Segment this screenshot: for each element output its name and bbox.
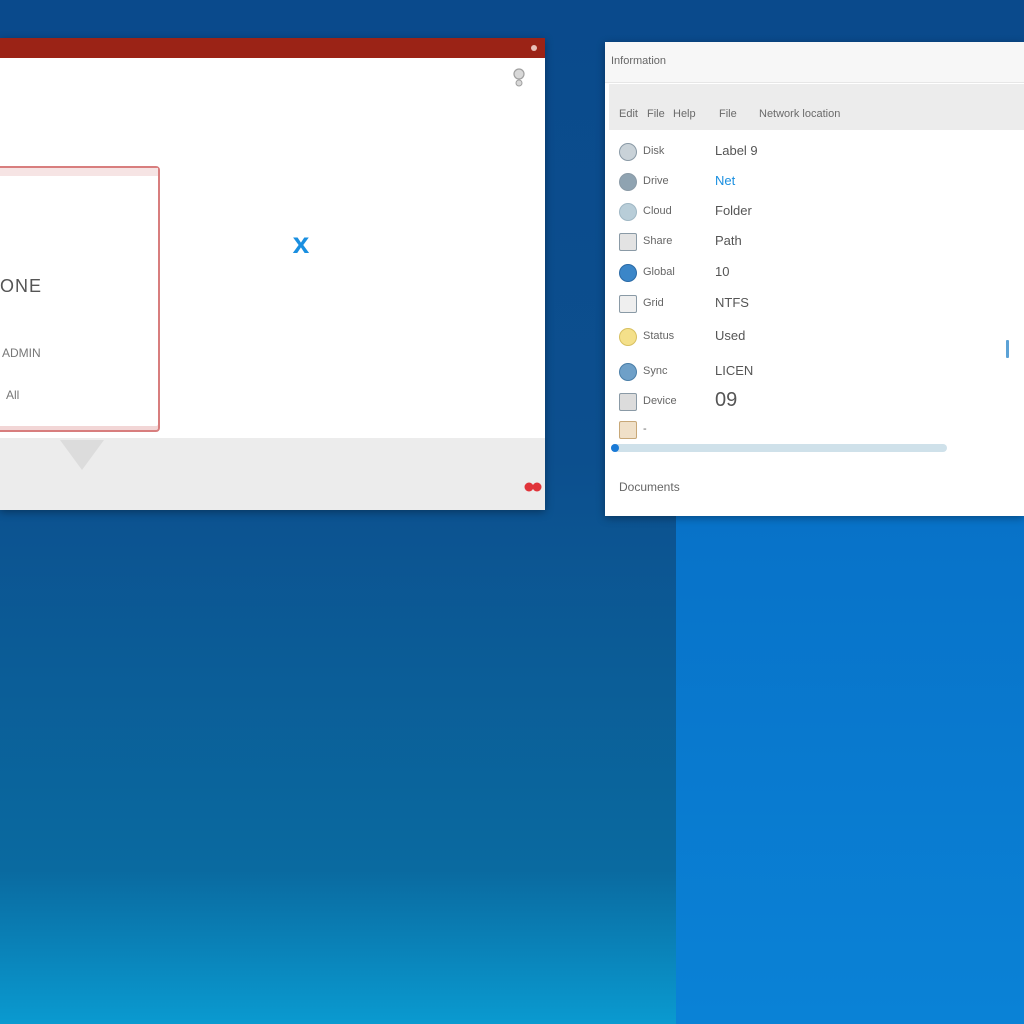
row-value: 10 bbox=[715, 264, 730, 279]
right-window-title: Information bbox=[611, 55, 667, 67]
row-value: LICEN bbox=[715, 363, 754, 378]
row-label: Disk bbox=[643, 145, 665, 157]
row-label: Grid bbox=[643, 297, 664, 309]
row-value: Label 9 bbox=[715, 143, 758, 158]
globe-icon bbox=[619, 264, 637, 282]
right-window-titlebar[interactable]: Information bbox=[605, 42, 1024, 83]
down-arrow-icon[interactable] bbox=[60, 440, 104, 470]
grid-icon bbox=[619, 295, 637, 313]
drive-icon bbox=[619, 173, 637, 191]
list-item[interactable]: Disk Label 9 bbox=[615, 139, 815, 165]
row-label: Global bbox=[643, 266, 675, 278]
row-value: NTFS bbox=[715, 295, 749, 310]
row-label: Share bbox=[643, 235, 673, 247]
toolbar-item[interactable]: File bbox=[719, 108, 737, 120]
light-icon bbox=[619, 328, 637, 346]
sync-icon bbox=[619, 363, 637, 381]
heart-icon bbox=[524, 482, 542, 492]
row-value: Used bbox=[715, 328, 746, 343]
row-value: Net bbox=[715, 173, 736, 188]
help-icon[interactable] bbox=[511, 66, 527, 88]
right-window-toolbar: Edit File Help File Network location bbox=[609, 84, 1024, 130]
list-item[interactable]: Cloud Folder bbox=[615, 199, 815, 225]
scrollbar-thumb[interactable] bbox=[1006, 340, 1009, 358]
list-item[interactable]: - bbox=[615, 417, 815, 443]
cloud-icon bbox=[619, 203, 637, 221]
list-item[interactable]: Grid NTFS bbox=[615, 291, 815, 317]
row-label: Cloud bbox=[643, 205, 672, 217]
dialog-card-header bbox=[0, 168, 158, 176]
list-item[interactable]: Device 09 bbox=[615, 389, 815, 415]
dialog-card: ONE ADMIN All bbox=[0, 166, 160, 432]
close-icon[interactable]: x bbox=[285, 228, 317, 260]
toolbar-item[interactable]: Help bbox=[673, 108, 696, 120]
dialog-line-2: All bbox=[6, 388, 20, 402]
right-window: Information Edit File Help File Network … bbox=[605, 42, 1024, 516]
left-window-footer bbox=[0, 438, 545, 510]
toolbar-item[interactable]: File bbox=[647, 108, 665, 120]
desktop-background-panel bbox=[676, 515, 1024, 1024]
dialog-line-1: ADMIN bbox=[2, 346, 41, 360]
row-label: Status bbox=[643, 330, 675, 342]
toolbar-item[interactable]: Network location bbox=[759, 108, 840, 120]
list-item[interactable]: Drive Net bbox=[615, 169, 815, 195]
left-window: ONE ADMIN All x bbox=[0, 38, 545, 510]
row-value: Folder bbox=[715, 203, 752, 218]
left-window-titlebar[interactable] bbox=[0, 38, 545, 58]
network-icon bbox=[619, 233, 637, 251]
device-icon bbox=[619, 393, 637, 411]
list-item[interactable]: Status Used bbox=[615, 324, 815, 350]
status-text: Documents bbox=[619, 480, 680, 494]
row-label: Drive bbox=[643, 175, 669, 187]
list-item[interactable]: Share Path bbox=[615, 229, 815, 255]
toolbar-item[interactable]: Edit bbox=[619, 108, 638, 120]
progress-bar bbox=[611, 444, 947, 452]
row-value: Path bbox=[715, 233, 742, 248]
dialog-title: ONE bbox=[0, 276, 43, 296]
disc-icon bbox=[619, 143, 637, 161]
list-item[interactable]: Global 10 bbox=[615, 260, 815, 286]
progress-fill bbox=[611, 444, 619, 452]
row-label: - bbox=[643, 423, 647, 435]
list-item[interactable]: Sync LICEN bbox=[615, 359, 815, 385]
row-label: Device bbox=[643, 395, 677, 407]
window-menu-icon[interactable] bbox=[531, 45, 537, 51]
folder-icon bbox=[619, 421, 637, 439]
row-value: 09 bbox=[715, 389, 738, 411]
row-label: Sync bbox=[643, 365, 668, 377]
